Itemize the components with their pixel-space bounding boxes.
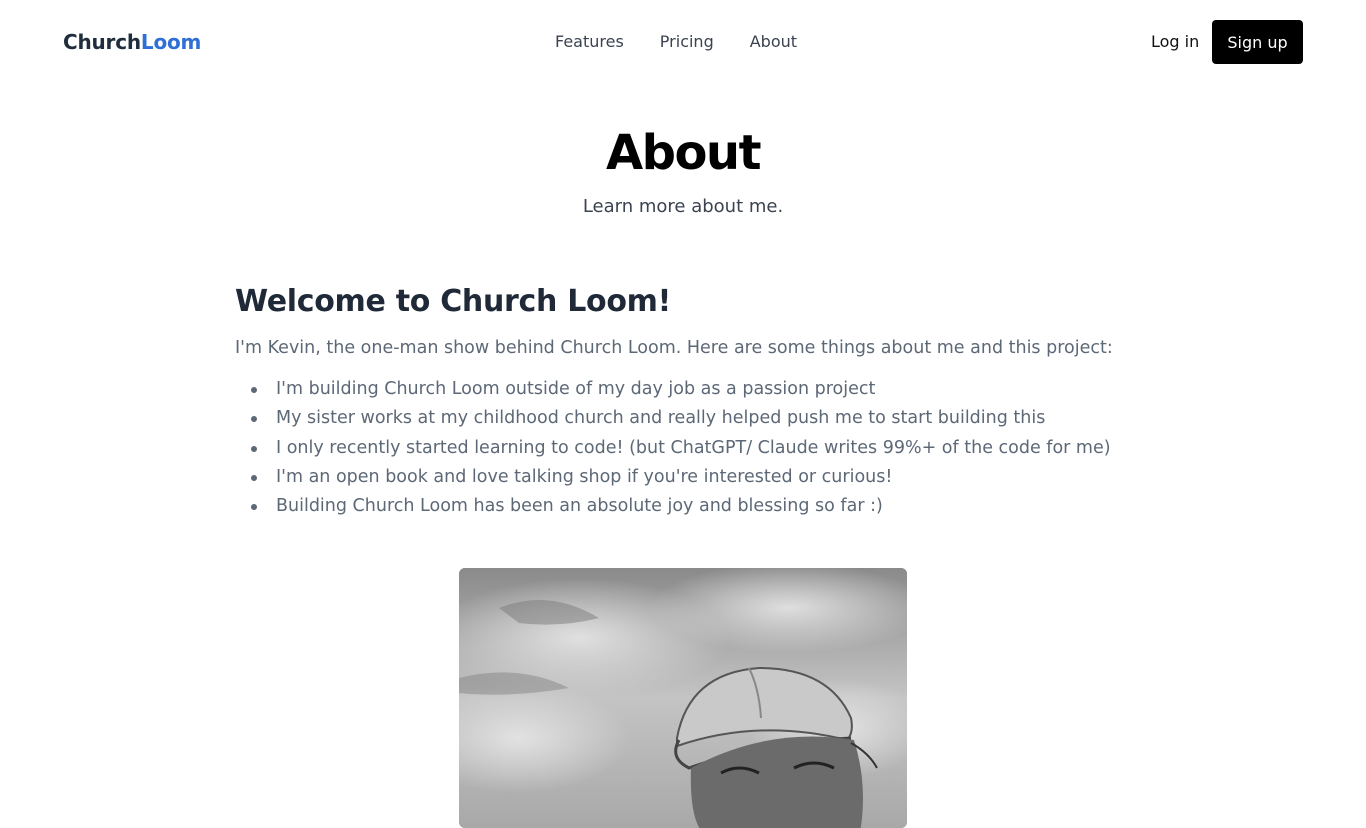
bullet-icon <box>251 504 257 511</box>
profile-photo <box>459 568 907 828</box>
about-intro: I'm Kevin, the one-man show behind Churc… <box>235 338 1113 358</box>
bullet-icon <box>251 387 257 393</box>
top-navbar: ChurchLoom Features Pricing About Log in… <box>0 0 1366 84</box>
list-item: I only recently started learning to code… <box>235 434 1135 463</box>
list-item-text: My sister works at my childhood church a… <box>276 408 1046 429</box>
signup-button[interactable]: Sign up <box>1212 20 1303 64</box>
list-item: My sister works at my childhood church a… <box>235 404 1135 433</box>
bullet-icon <box>251 445 257 452</box>
about-section: Welcome to Church Loom! I'm Kevin, the o… <box>235 282 1135 521</box>
main-nav: Features Pricing About <box>555 31 833 53</box>
logo-link[interactable]: ChurchLoom <box>63 29 201 55</box>
nav-link-about[interactable]: About <box>750 31 797 53</box>
list-item-text: I only recently started learning to code… <box>276 437 1111 458</box>
list-item: I'm an open book and love talking shop i… <box>235 463 1135 492</box>
list-item: Building Church Loom has been an absolut… <box>235 492 1135 521</box>
list-item-text: I'm an open book and love talking shop i… <box>276 466 893 487</box>
bullet-icon <box>251 474 257 481</box>
logo-text-loom: Loom <box>140 30 202 54</box>
list-item-text: I'm building Church Loom outside of my d… <box>276 379 876 399</box>
login-link[interactable]: Log in <box>1151 31 1199 53</box>
about-list: I'm building Church Loom outside of my d… <box>235 375 1135 521</box>
list-item: I'm building Church Loom outside of my d… <box>235 375 1135 404</box>
page-title: About <box>605 125 762 181</box>
bullet-icon <box>251 416 257 423</box>
page-subtitle: Learn more about me. <box>582 196 784 217</box>
logo-text-church: Church <box>63 30 141 54</box>
about-heading: Welcome to Church Loom! <box>235 284 671 319</box>
nav-link-pricing[interactable]: Pricing <box>660 31 714 53</box>
profile-photo-image <box>459 568 907 828</box>
nav-link-features[interactable]: Features <box>555 31 624 53</box>
list-item-text: Building Church Loom has been an absolut… <box>276 496 883 517</box>
